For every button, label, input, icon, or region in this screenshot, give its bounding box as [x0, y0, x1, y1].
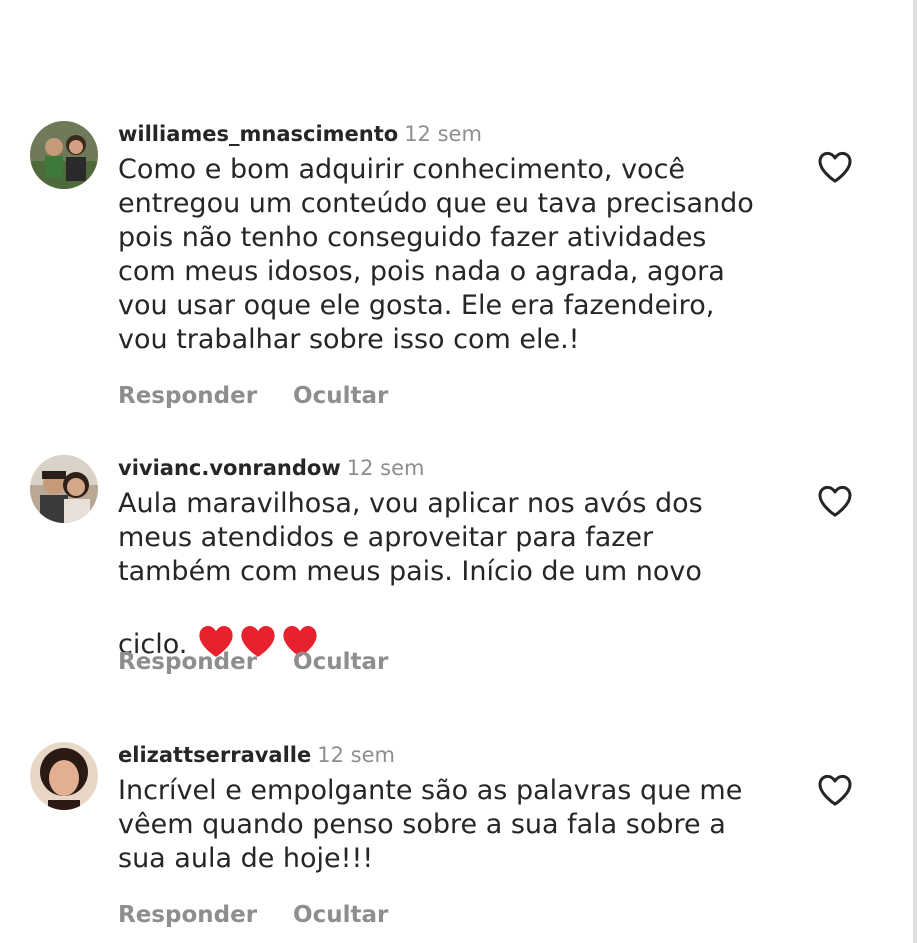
heart-outline-icon[interactable]	[815, 770, 855, 810]
avatar[interactable]	[30, 455, 98, 523]
reply-button[interactable]: Responder	[118, 649, 257, 675]
timestamp[interactable]: 12 sem	[347, 456, 425, 480]
comment-header: vivianc.vonrandow 12 sem	[118, 455, 818, 481]
scrollbar-edge	[913, 0, 917, 943]
heart-outline-icon[interactable]	[815, 147, 855, 187]
comment-actions: Responder Ocultar	[118, 649, 388, 675]
avatar[interactable]	[30, 742, 98, 810]
comment-actions: Responder Ocultar	[118, 902, 388, 928]
hide-button[interactable]: Ocultar	[293, 383, 388, 409]
timestamp[interactable]: 12 sem	[404, 122, 482, 146]
comment-text: Incrível e empolgante são as palavras qu…	[118, 775, 743, 874]
comment-item: elizattserravalle 12 sem Incrível e empol…	[30, 742, 870, 942]
reply-button[interactable]: Responder	[118, 902, 257, 928]
comment-item: williames_mnascimento 12 sem Como e bom a…	[30, 121, 870, 421]
comment-header: williames_mnascimento 12 sem	[118, 121, 818, 147]
hide-button[interactable]: Ocultar	[293, 649, 388, 675]
comment-actions: Responder Ocultar	[118, 383, 388, 409]
comment-header: elizattserravalle 12 sem	[118, 742, 818, 768]
username[interactable]: elizattserravalle	[118, 743, 311, 767]
avatar[interactable]	[30, 121, 98, 189]
username[interactable]: vivianc.vonrandow	[118, 456, 341, 480]
username[interactable]: williames_mnascimento	[118, 122, 398, 146]
comment-item: vivianc.vonrandow 12 sem Aula maravilhosa…	[30, 455, 870, 695]
comment-text: Como e bom adquirir conhecimento, você e…	[118, 154, 754, 355]
timestamp[interactable]: 12 sem	[317, 743, 395, 767]
heart-outline-icon[interactable]	[815, 481, 855, 521]
hide-button[interactable]: Ocultar	[293, 902, 388, 928]
reply-button[interactable]: Responder	[118, 383, 257, 409]
